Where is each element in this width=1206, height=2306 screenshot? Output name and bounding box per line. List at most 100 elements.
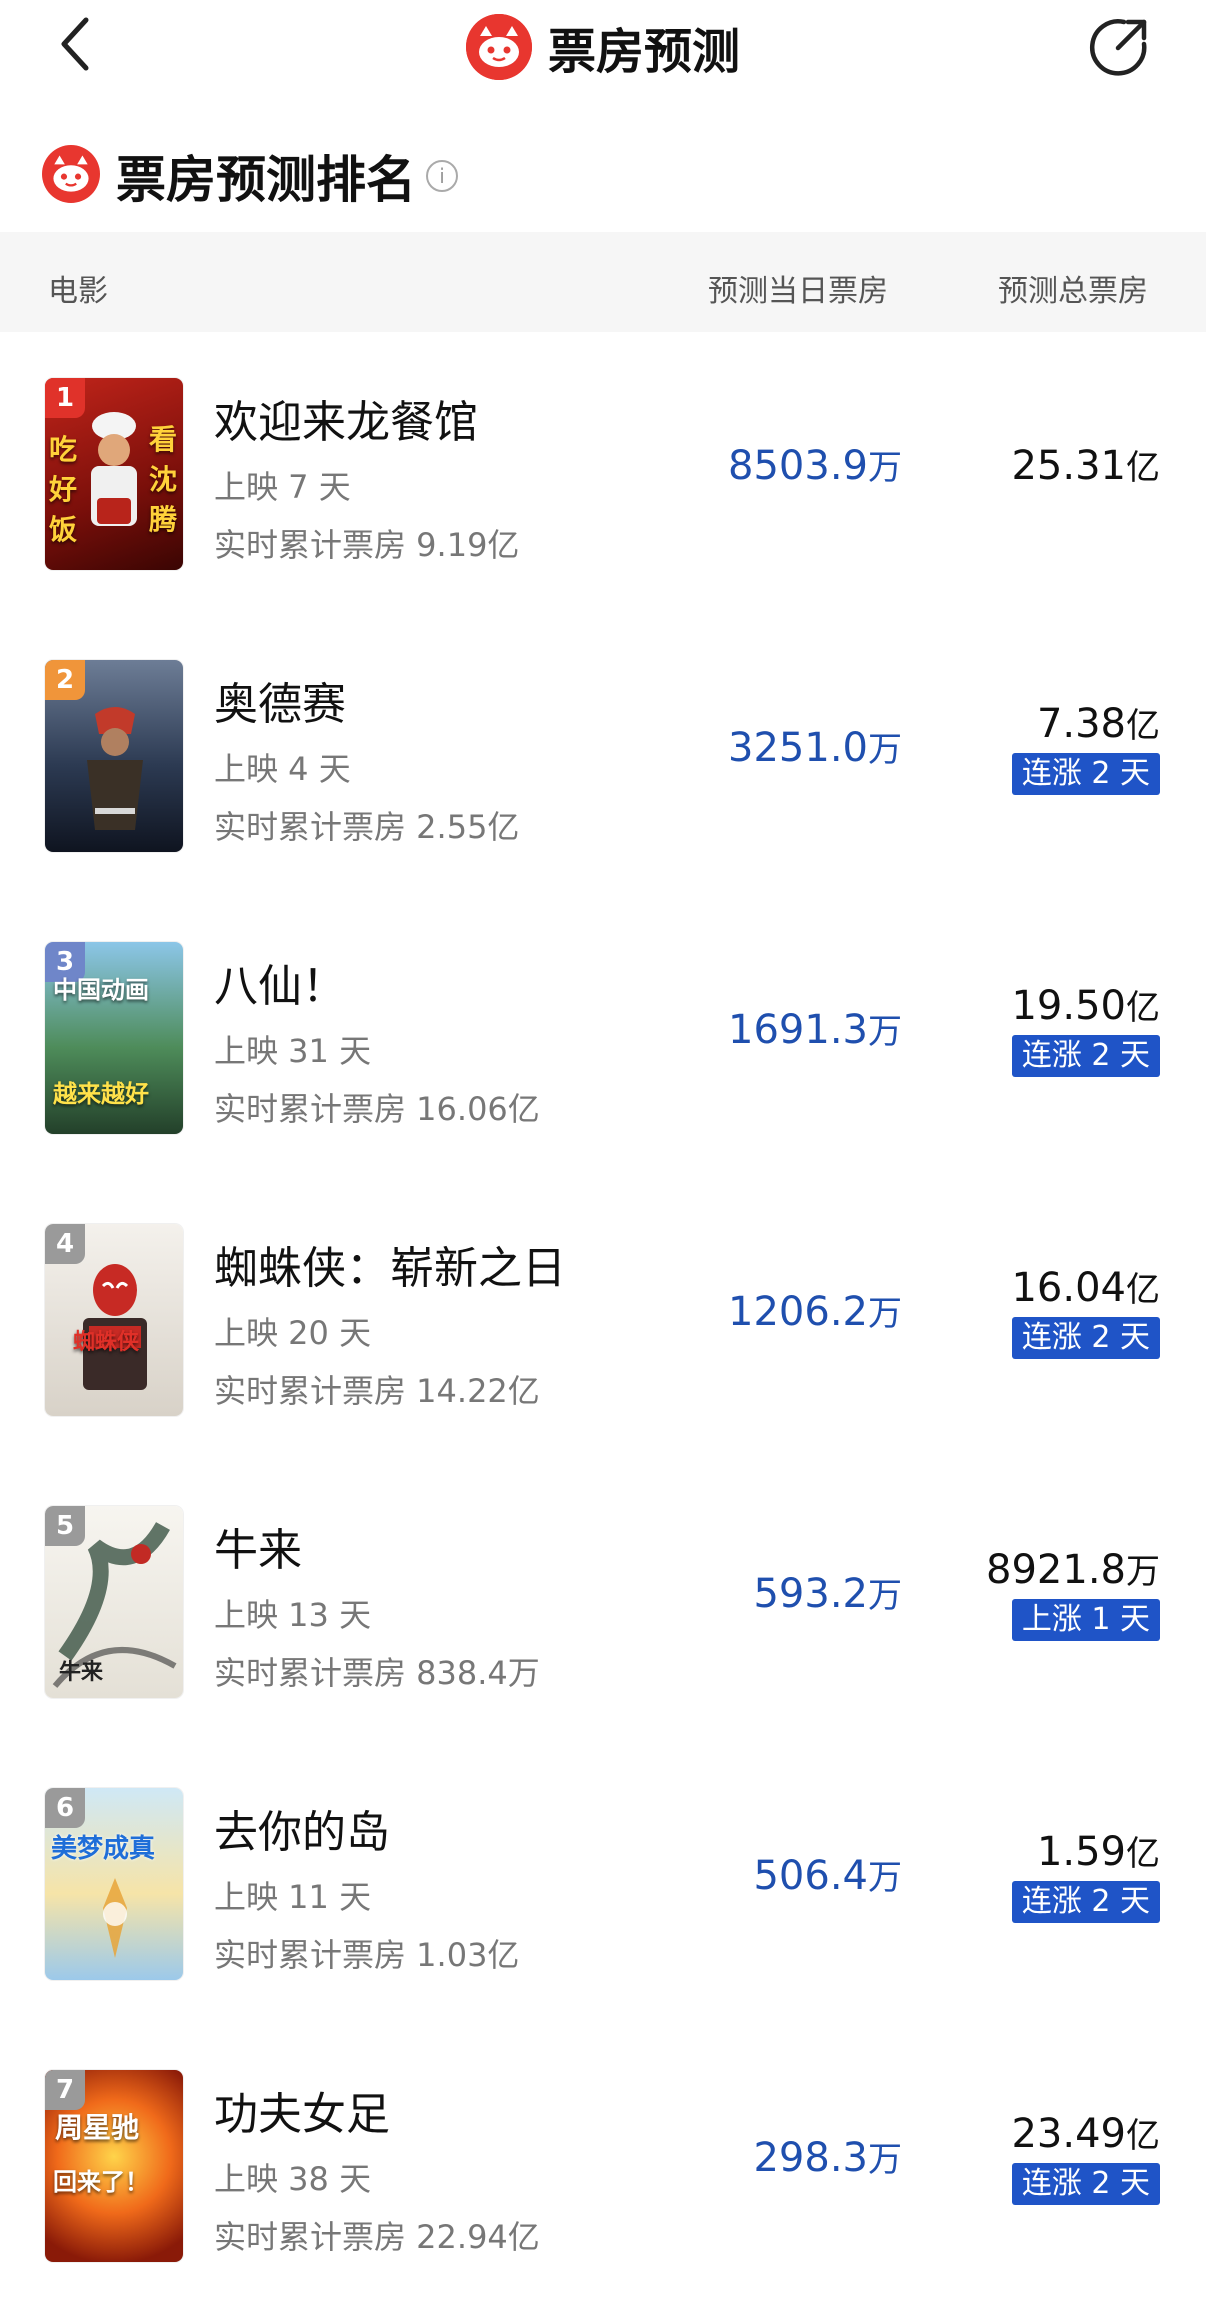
- column-header-total-forecast[interactable]: 预测总票房: [998, 266, 1148, 310]
- movie-poster[interactable]: 7 周星驰 回来了！: [45, 2070, 183, 2262]
- cumulative-box-office: 实时累计票房 9.19亿: [214, 526, 520, 564]
- total-forecast-value: 25.31: [1011, 443, 1126, 489]
- table-row[interactable]: 2 奥德赛 上映 4 天 实时累计票房 2.55亿 3251.0万 7.38亿连…: [0, 614, 1206, 896]
- movie-poster[interactable]: 2: [45, 660, 183, 852]
- maoyan-cat-logo-icon: [466, 14, 532, 80]
- movie-title[interactable]: 奥德赛: [214, 668, 346, 732]
- maoyan-cat-logo-icon: [42, 145, 100, 207]
- movie-poster[interactable]: 4 蜘蛛侠: [45, 1224, 183, 1416]
- movie-title[interactable]: 蜘蛛侠：崭新之日: [214, 1232, 566, 1296]
- total-forecast-unit: 亿: [1126, 1834, 1160, 1874]
- release-days: 上映 13 天: [214, 1596, 372, 1634]
- movie-poster[interactable]: 5 牛来: [45, 1506, 183, 1698]
- poster-text: 美梦成真: [51, 1834, 156, 1864]
- day-forecast: 8503.9万: [560, 440, 902, 489]
- section-title: 票房预测排名: [116, 151, 416, 209]
- movie-title[interactable]: 功夫女足: [214, 2078, 390, 2142]
- table-row[interactable]: 4 蜘蛛侠 蜘蛛侠：崭新之日 上映 20 天 实时累计票房 14.22亿 120…: [0, 1178, 1206, 1460]
- top-nav-bar: 票房预测: [0, 0, 1206, 100]
- total-forecast: 7.38亿 连涨 2 天: [900, 698, 1160, 795]
- total-forecast-unit: 亿: [1126, 706, 1160, 746]
- rank-badge: 2: [45, 660, 85, 700]
- poster-text: 牛来: [59, 1660, 104, 1685]
- movie-poster[interactable]: 3 中国动画 越来越好: [45, 942, 183, 1134]
- total-forecast: 1.59亿 连涨 2 天: [900, 1826, 1160, 1923]
- day-forecast-unit: 万: [868, 2140, 902, 2180]
- day-forecast-value: 1206.2: [728, 1289, 868, 1335]
- day-forecast: 1206.2万: [560, 1286, 902, 1335]
- rank-badge: 4: [45, 1224, 85, 1264]
- movie-title[interactable]: 牛来: [214, 1514, 302, 1578]
- trend-badge: 连涨 2 天: [1011, 1035, 1160, 1077]
- day-forecast-unit: 万: [868, 1576, 902, 1616]
- total-forecast-unit: 万: [1126, 1552, 1160, 1592]
- total-forecast-unit: 亿: [1126, 448, 1160, 488]
- day-forecast-value: 3251.0: [728, 725, 868, 771]
- section-header: 票房预测排名 i: [42, 140, 458, 212]
- trend-badge: 上涨 1 天: [1011, 1599, 1160, 1641]
- total-forecast: 19.50亿连涨 2 天: [900, 980, 1160, 1077]
- rank-badge: 1: [45, 378, 85, 418]
- total-forecast-value: 8921.8: [986, 1547, 1126, 1593]
- poster-text: 越来越好: [53, 1080, 149, 1108]
- total-forecast-value: 19.50: [1011, 983, 1126, 1029]
- day-forecast-value: 1691.3: [728, 1007, 868, 1053]
- column-header-day-forecast[interactable]: 预测当日票房: [708, 266, 888, 310]
- movie-poster[interactable]: 6 美梦成真: [45, 1788, 183, 1980]
- release-days: 上映 4 天: [214, 750, 351, 788]
- total-forecast: 16.04亿 连涨 2 天: [900, 1262, 1160, 1359]
- cumulative-box-office: 实时累计票房 1.03亿: [214, 1936, 520, 1974]
- release-days: 上映 38 天: [214, 2160, 372, 2198]
- trend-badge: 连涨 2 天: [1011, 753, 1160, 795]
- day-forecast-value: 8503.9: [728, 443, 868, 489]
- day-forecast-unit: 万: [868, 1294, 902, 1334]
- release-days: 上映 7 天: [214, 468, 351, 506]
- cumulative-box-office: 实时累计票房 838.4万: [214, 1654, 540, 1692]
- trend-badge: 连涨 2 天: [1011, 1317, 1160, 1359]
- rank-badge: 6: [45, 1788, 85, 1828]
- column-header-movie: 电影: [48, 274, 108, 309]
- info-icon[interactable]: i: [426, 160, 458, 192]
- total-forecast-unit: 亿: [1126, 2116, 1160, 2156]
- day-forecast-value: 298.3: [753, 2135, 868, 2181]
- poster-text: 蜘蛛侠: [73, 1330, 140, 1355]
- day-forecast-unit: 万: [868, 448, 902, 488]
- day-forecast-unit: 万: [868, 730, 902, 770]
- poster-text: 吃好饭: [49, 433, 78, 546]
- day-forecast-value: 593.2: [753, 1571, 868, 1617]
- poster-text: 周星驰: [55, 2111, 140, 2144]
- nav-title-group: 票房预测: [466, 12, 740, 82]
- day-forecast: 593.2万: [560, 1568, 902, 1617]
- poster-figure: [103, 1878, 127, 1958]
- total-forecast-value: 16.04: [1011, 1265, 1126, 1311]
- table-row[interactable]: 3 中国动画 越来越好 八仙！ 上映 31 天 实时累计票房 16.06亿 16…: [0, 896, 1206, 1178]
- movie-poster[interactable]: 1 吃好饭 看沈腾: [45, 378, 183, 570]
- cumulative-box-office: 实时累计票房 22.94亿: [214, 2218, 540, 2256]
- poster-text: 看沈腾: [149, 423, 178, 536]
- release-days: 上映 11 天: [214, 1878, 372, 1916]
- table-header: 电影 预测当日票房 预测总票房: [0, 232, 1206, 332]
- total-forecast: 8921.8万上涨 1 天: [900, 1544, 1160, 1641]
- day-forecast: 3251.0万: [560, 722, 902, 771]
- table-row[interactable]: 6 美梦成真 去你的岛 上映 11 天 实时累计票房 1.03亿 506.4万 …: [0, 1742, 1206, 2024]
- poster-text: 中国动画: [53, 976, 149, 1004]
- total-forecast-unit: 亿: [1126, 988, 1160, 1028]
- table-row[interactable]: 1 吃好饭 看沈腾 欢迎来龙餐馆 上映 7 天 实时累计票房 9.19亿 850…: [0, 332, 1206, 614]
- day-forecast-value: 506.4: [753, 1853, 868, 1899]
- movie-title[interactable]: 去你的岛: [214, 1796, 390, 1860]
- table-row[interactable]: 5 牛来 牛来 上映 13 天 实时累计票房 838.4万 593.2万 892…: [0, 1460, 1206, 1742]
- movie-title[interactable]: 八仙！: [214, 950, 346, 1014]
- movie-title[interactable]: 欢迎来龙餐馆: [214, 386, 478, 450]
- poster-text: 回来了！: [53, 2168, 149, 2196]
- cumulative-box-office: 实时累计票房 2.55亿: [214, 808, 520, 846]
- poster-figure: [87, 707, 143, 830]
- share-icon[interactable]: [1088, 14, 1152, 78]
- back-icon[interactable]: [48, 14, 108, 74]
- release-days: 上映 20 天: [214, 1314, 372, 1352]
- poster-figure: [91, 412, 137, 526]
- cumulative-box-office: 实时累计票房 16.06亿: [214, 1090, 540, 1128]
- day-forecast: 298.3万: [560, 2132, 902, 2181]
- day-forecast: 506.4万: [560, 1850, 902, 1899]
- day-forecast-unit: 万: [868, 1858, 902, 1898]
- table-row[interactable]: 7 周星驰 回来了！ 功夫女足 上映 38 天 实时累计票房 22.94亿 29…: [0, 2024, 1206, 2306]
